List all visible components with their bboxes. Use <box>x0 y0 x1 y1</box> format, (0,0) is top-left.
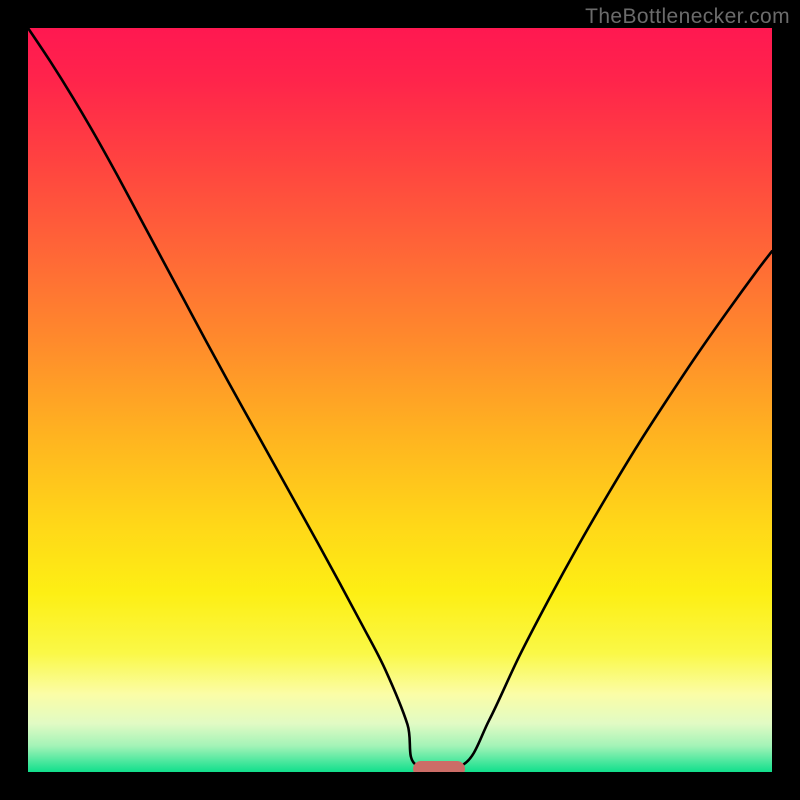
watermark-text: TheBottlenecker.com <box>585 5 790 29</box>
plot-area <box>28 28 772 772</box>
optimal-range-marker <box>413 761 465 772</box>
chart-frame: TheBottlenecker.com <box>0 0 800 800</box>
bottleneck-curve <box>28 28 772 770</box>
curve-layer <box>28 28 772 772</box>
